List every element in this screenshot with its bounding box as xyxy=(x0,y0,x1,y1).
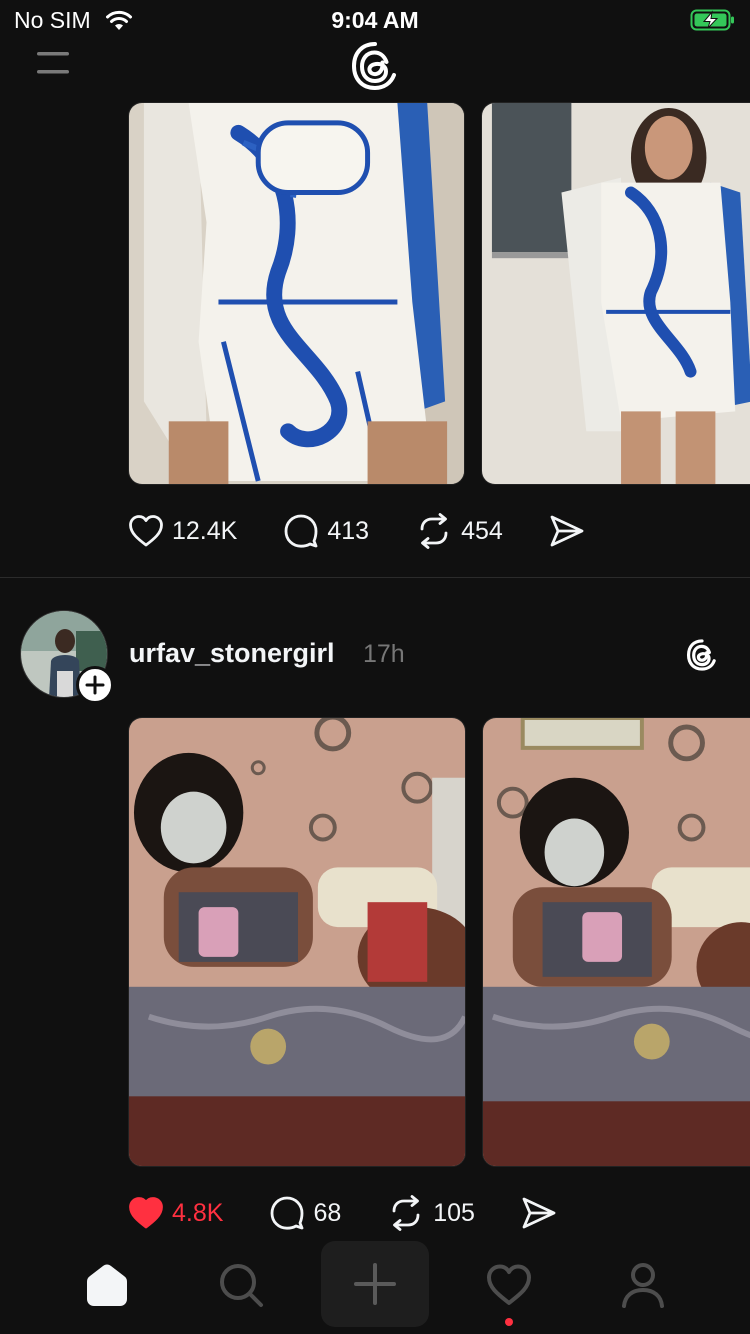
post-2-photo-1[interactable] xyxy=(128,717,466,1167)
post-2-actions: 4.8K 68 105 xyxy=(128,1193,603,1233)
notification-dot xyxy=(505,1318,513,1326)
tab-create[interactable] xyxy=(321,1241,429,1327)
share-button[interactable] xyxy=(521,1196,557,1230)
comment-icon xyxy=(284,514,318,548)
post-2-media-carousel[interactable] xyxy=(128,717,750,1167)
threads-logo-icon[interactable] xyxy=(350,40,400,97)
home-icon xyxy=(87,1264,127,1306)
reply-button[interactable]: 68 xyxy=(269,1195,341,1231)
post-timestamp: 17h xyxy=(363,640,405,668)
activity-icon xyxy=(487,1264,531,1305)
repost-count: 454 xyxy=(461,516,503,545)
tab-profile[interactable] xyxy=(598,1240,688,1330)
tab-search[interactable] xyxy=(196,1240,286,1330)
plus-icon xyxy=(85,675,105,695)
send-icon xyxy=(522,1197,556,1229)
reply-count: 413 xyxy=(327,516,370,545)
threads-feed-screen: No SIM 9:04 AM 12.4K 413 454 urfav_stone… xyxy=(0,0,750,1334)
status-bar: No SIM 9:04 AM xyxy=(0,0,750,40)
post-2-photo-2[interactable] xyxy=(482,717,750,1167)
tab-activity[interactable] xyxy=(464,1240,554,1330)
post-1-media-carousel[interactable] xyxy=(128,102,750,485)
tab-home[interactable] xyxy=(62,1240,152,1330)
heart-filled-icon xyxy=(129,1197,163,1229)
reply-button[interactable]: 413 xyxy=(283,513,369,549)
menu-icon[interactable] xyxy=(36,50,70,78)
post-1-photo-1[interactable] xyxy=(128,102,465,485)
share-button[interactable] xyxy=(549,514,585,548)
like-button[interactable]: 4.8K xyxy=(128,1196,223,1230)
profile-icon xyxy=(622,1263,664,1308)
heart-outline-icon xyxy=(129,515,163,547)
battery-charging-icon xyxy=(690,8,736,37)
search-icon xyxy=(220,1264,263,1307)
create-icon xyxy=(354,1263,396,1305)
post-username[interactable]: urfav_stonergirl xyxy=(129,638,335,669)
like-button[interactable]: 12.4K xyxy=(128,514,237,548)
repost-count: 105 xyxy=(433,1198,475,1227)
post-1-actions: 12.4K 413 454 xyxy=(128,511,631,551)
reply-count: 68 xyxy=(313,1198,342,1227)
repost-button[interactable]: 105 xyxy=(387,1195,475,1231)
repost-button[interactable]: 454 xyxy=(415,513,503,549)
post-divider xyxy=(0,577,750,578)
like-count: 12.4K xyxy=(172,516,238,545)
follow-add-button[interactable] xyxy=(76,666,114,704)
repost-icon xyxy=(392,1195,420,1231)
post-1-photo-2[interactable] xyxy=(481,102,750,485)
threads-icon[interactable] xyxy=(686,638,718,677)
like-count: 4.8K xyxy=(172,1198,224,1227)
repost-icon xyxy=(420,513,448,549)
send-icon xyxy=(550,515,584,547)
comment-icon xyxy=(271,1196,304,1230)
status-time: 9:04 AM xyxy=(331,7,419,33)
